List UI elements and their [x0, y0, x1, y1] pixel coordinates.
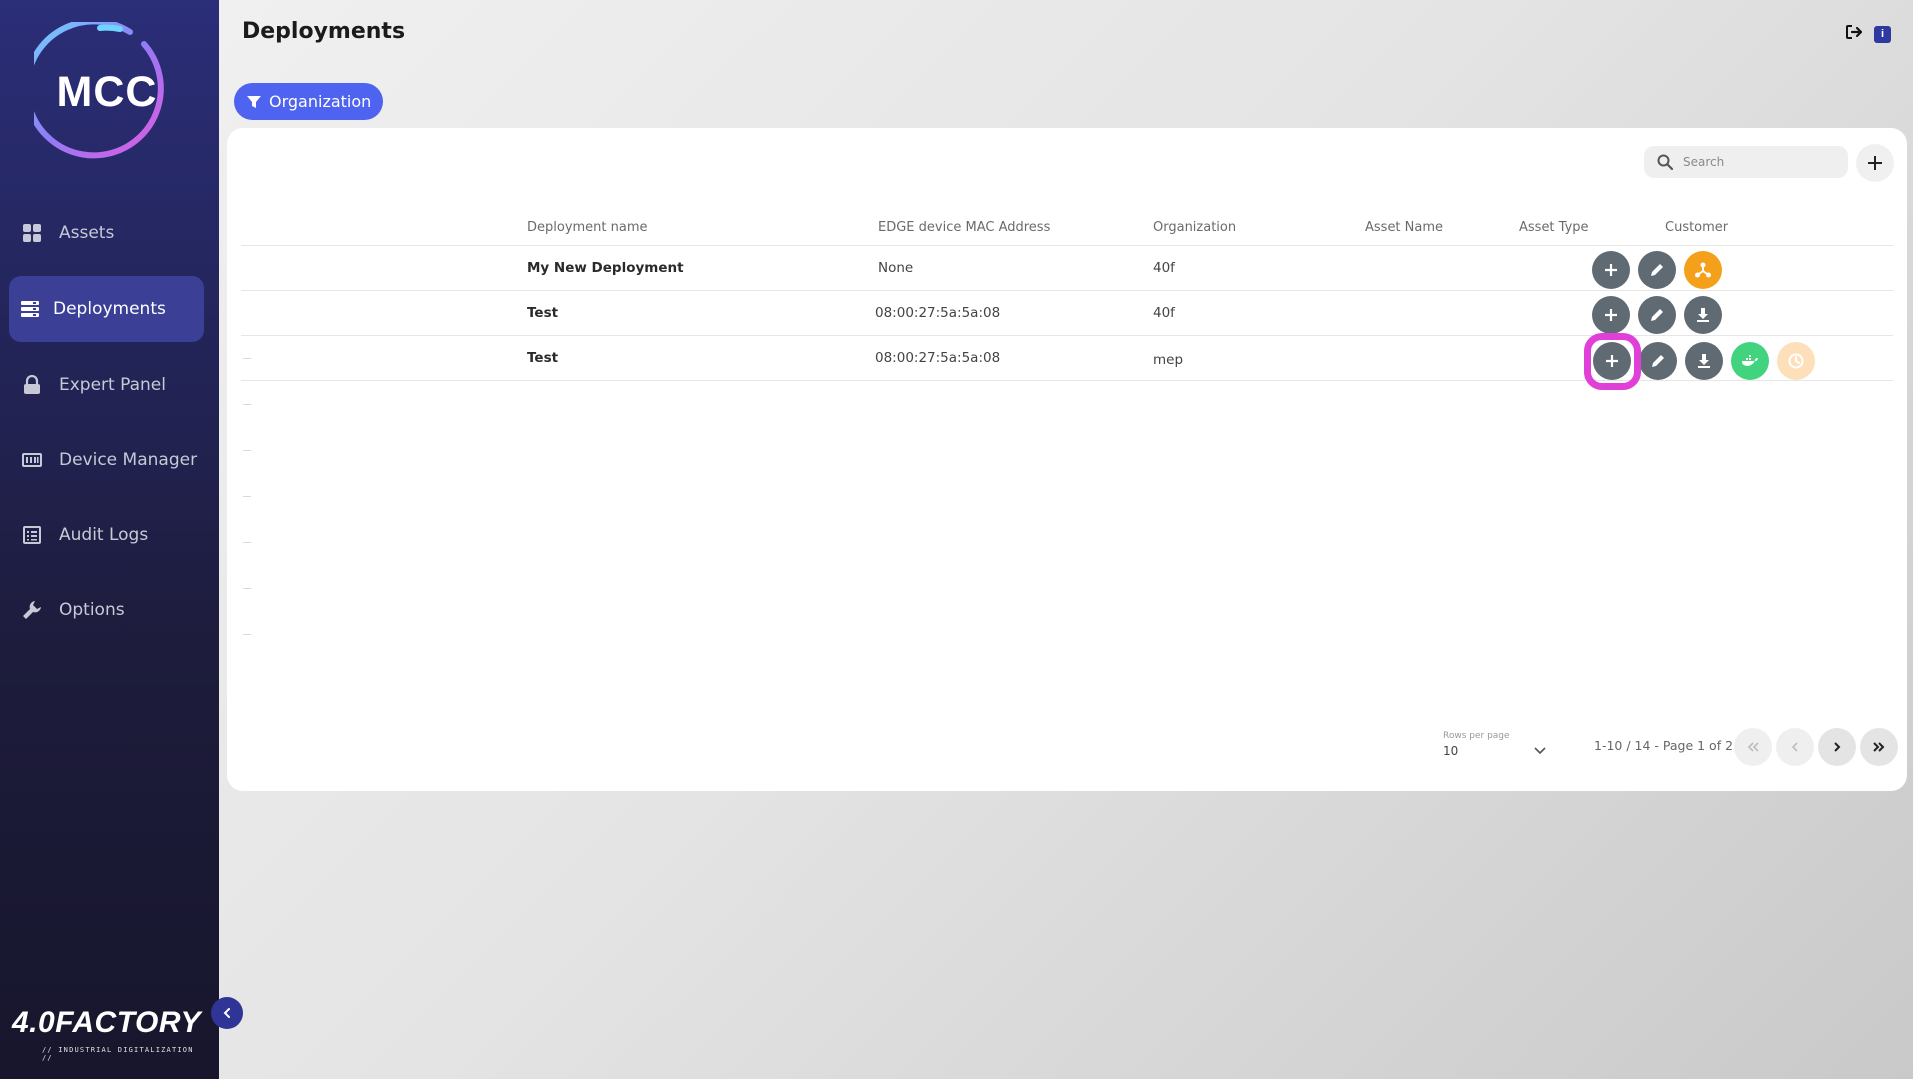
- deployment-name: Test: [527, 350, 559, 366]
- page-title: Deployments: [242, 19, 406, 44]
- sidebar-item-expert-panel[interactable]: Expert Panel: [9, 352, 204, 418]
- chevron-down-icon: [1534, 747, 1546, 755]
- page-info: 1-10 / 14 - Page 1 of 2: [1594, 738, 1734, 753]
- download-button[interactable]: [1684, 296, 1722, 334]
- pencil-icon: [1651, 309, 1663, 321]
- organization: 40f: [1153, 305, 1175, 321]
- add-button[interactable]: [1592, 296, 1630, 334]
- sidebar-item-label: Audit Logs: [59, 525, 149, 545]
- grid-icon: [21, 222, 43, 244]
- plus-icon: [1606, 355, 1618, 367]
- table-row[interactable]: Test 08:00:27:5a:5a:08 40f: [241, 291, 1893, 336]
- add-deployment-button[interactable]: [1856, 144, 1894, 182]
- sidebar-item-device-manager[interactable]: Device Manager: [9, 427, 204, 493]
- search-icon: [1657, 154, 1673, 170]
- filter-label: Organization: [269, 92, 372, 111]
- download-icon: [1698, 354, 1710, 368]
- sidebar-item-label: Deployments: [53, 299, 166, 319]
- plus-icon: [1605, 264, 1617, 276]
- column-header[interactable]: Customer: [1665, 220, 1728, 235]
- previous-page-button[interactable]: [1776, 728, 1814, 766]
- column-header[interactable]: EDGE device MAC Address: [878, 220, 1050, 235]
- collapse-sidebar-button[interactable]: [211, 997, 243, 1029]
- deployments-card: Deployment name EDGE device MAC Address …: [227, 128, 1907, 791]
- mac-address: 08:00:27:5a:5a:08: [875, 305, 1001, 321]
- brand-tagline: // INDUSTRIAL DIGITALIZATION //: [42, 1046, 194, 1062]
- column-header[interactable]: Asset Type: [1519, 220, 1589, 235]
- rows-per-page-value: 10: [1443, 744, 1459, 758]
- chevron-right-icon: [1834, 742, 1841, 752]
- sidebar-item-audit-logs[interactable]: Audit Logs: [9, 502, 204, 568]
- sidebar-item-label: Assets: [59, 223, 115, 243]
- lock-icon: [21, 374, 43, 396]
- plus-icon: [1605, 309, 1617, 321]
- wrench-icon: [21, 599, 43, 621]
- chevron-left-icon: [223, 1008, 230, 1018]
- deployment-name: My New Deployment: [527, 260, 684, 276]
- column-header[interactable]: Deployment name: [527, 220, 648, 235]
- column-header[interactable]: Asset Name: [1365, 220, 1443, 235]
- next-page-button[interactable]: [1818, 728, 1856, 766]
- mac-address: 08:00:27:5a:5a:08: [875, 350, 1001, 366]
- server-list-icon: [19, 298, 41, 320]
- pencil-icon: [1651, 264, 1663, 276]
- chevron-left-icon: [1791, 742, 1798, 752]
- sidebar-item-label: Options: [59, 600, 125, 620]
- logout-icon[interactable]: [1845, 24, 1864, 44]
- rows-per-page-select[interactable]: 10: [1443, 744, 1555, 764]
- organization: 40f: [1153, 260, 1175, 276]
- docker-button[interactable]: [1731, 342, 1769, 380]
- organization: mep: [1153, 352, 1184, 368]
- history-icon: [1788, 353, 1804, 369]
- sidebar-item-options[interactable]: Options: [9, 577, 204, 643]
- add-button[interactable]: [1592, 251, 1630, 289]
- docker-icon: [1742, 355, 1758, 366]
- deployment-name: Test: [527, 305, 559, 321]
- table-row[interactable]: My New Deployment None 40f: [241, 246, 1893, 291]
- organization-filter-button[interactable]: Organization: [234, 83, 384, 120]
- network-button[interactable]: [1684, 251, 1722, 289]
- app-logo: MCC: [34, 22, 180, 168]
- edit-button[interactable]: [1638, 296, 1676, 334]
- rows-per-page-label: Rows per page: [1443, 731, 1510, 741]
- first-page-button[interactable]: [1734, 728, 1772, 766]
- header-actions: i: [1845, 24, 1891, 44]
- brand-name: 4.0FACTORY: [12, 1006, 201, 1039]
- edit-button[interactable]: [1639, 342, 1677, 380]
- sidebar-item-label: Device Manager: [59, 450, 198, 470]
- sidebar-item-deployments[interactable]: Deployments: [9, 276, 204, 342]
- network-icon: [1695, 262, 1711, 278]
- list-icon: [21, 524, 43, 546]
- row-actions: [1592, 251, 1722, 289]
- add-button[interactable]: [1593, 342, 1631, 380]
- filter-icon: [247, 95, 261, 108]
- column-header[interactable]: Organization: [1153, 220, 1236, 235]
- logo-text: MCC: [56, 68, 158, 116]
- brand-logo: 4.0FACTORY // INDUSTRIAL DIGITALIZATION …: [12, 1006, 202, 1062]
- sidebar-item-assets[interactable]: Assets: [9, 200, 204, 266]
- edit-button[interactable]: [1638, 251, 1676, 289]
- info-icon[interactable]: i: [1874, 25, 1891, 43]
- table-header: Deployment name EDGE device MAC Address …: [241, 212, 1893, 246]
- search-box[interactable]: [1644, 146, 1848, 178]
- last-page-button[interactable]: [1860, 728, 1898, 766]
- device-icon: [21, 449, 43, 471]
- download-button[interactable]: [1685, 342, 1723, 380]
- table-row[interactable]: Test 08:00:27:5a:5a:08 mep: [241, 333, 1893, 390]
- download-icon: [1697, 308, 1709, 322]
- plus-icon: [1868, 156, 1882, 170]
- sidebar: MCC Assets Deployments Expert Panel Devi…: [0, 0, 219, 1079]
- pencil-icon: [1652, 355, 1664, 367]
- mac-address: None: [878, 260, 914, 276]
- row-actions: [1584, 333, 1815, 390]
- sidebar-item-label: Expert Panel: [59, 375, 166, 395]
- double-chevron-left-icon: [1747, 742, 1759, 752]
- search-input[interactable]: [1683, 155, 1833, 169]
- history-button[interactable]: [1777, 342, 1815, 380]
- double-chevron-right-icon: [1873, 742, 1885, 752]
- row-actions: [1592, 296, 1722, 334]
